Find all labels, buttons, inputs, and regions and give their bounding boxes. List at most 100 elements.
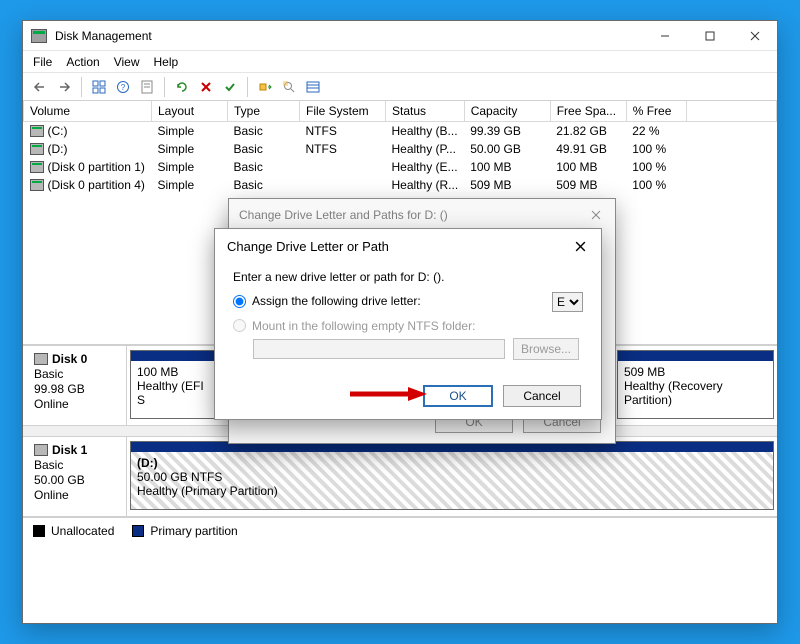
cell-freespace: 21.82 GB	[550, 122, 626, 141]
titlebar: Disk Management	[23, 21, 777, 51]
cell-pctfree: 100 %	[626, 158, 686, 176]
close-icon[interactable]	[587, 206, 605, 224]
header-volume[interactable]: Volume	[24, 101, 152, 122]
volume-name: (Disk 0 partition 1)	[48, 160, 145, 174]
help-icon[interactable]: ?	[112, 76, 134, 98]
partition-size: 50.00 GB NTFS	[137, 470, 767, 484]
find-icon[interactable]	[278, 76, 300, 98]
table-row[interactable]: (Disk 0 partition 1)SimpleBasicHealthy (…	[24, 158, 777, 176]
assign-letter-label: Assign the following drive letter:	[252, 291, 421, 311]
minimize-button[interactable]	[642, 21, 687, 50]
partition[interactable]: 100 MBHealthy (EFI S	[130, 350, 216, 419]
refresh-icon[interactable]	[171, 76, 193, 98]
window-title: Disk Management	[55, 29, 642, 43]
mount-folder-option: Mount in the following empty NTFS folder…	[233, 316, 583, 336]
browse-button: Browse...	[513, 338, 579, 360]
cancel-button[interactable]: Cancel	[503, 385, 581, 407]
cell-type: Basic	[228, 176, 300, 194]
volume-icon	[30, 161, 44, 173]
cell-layout: Simple	[152, 158, 228, 176]
disk-management-icon	[31, 29, 47, 43]
volume-name: (Disk 0 partition 4)	[48, 178, 145, 192]
grid-view-icon[interactable]	[88, 76, 110, 98]
header-pctfree[interactable]: % Free	[626, 101, 686, 122]
disk-icon	[34, 353, 48, 365]
cell-type: Basic	[228, 140, 300, 158]
cell-filesystem	[300, 158, 386, 176]
table-row[interactable]: (D:)SimpleBasicNTFSHealthy (P...50.00 GB…	[24, 140, 777, 158]
cell-capacity: 100 MB	[464, 158, 550, 176]
cell-layout: Simple	[152, 122, 228, 141]
partition-size: 509 MB	[624, 365, 767, 379]
partition-label: (D:)	[137, 456, 767, 470]
disk-status: Online	[34, 397, 118, 411]
assign-letter-option[interactable]: Assign the following drive letter:	[233, 291, 421, 311]
column-headers: Volume Layout Type File System Status Ca…	[24, 101, 777, 122]
dialog-title-text: Change Drive Letter or Path	[227, 239, 389, 254]
dialog-titlebar: Change Drive Letter or Path	[215, 229, 601, 261]
partition[interactable]: (D:)50.00 GB NTFSHealthy (Primary Partit…	[130, 441, 774, 510]
close-icon[interactable]	[571, 237, 589, 255]
header-type[interactable]: Type	[228, 101, 300, 122]
cell-status: Healthy (B...	[386, 122, 465, 141]
cell-layout: Simple	[152, 176, 228, 194]
list-icon[interactable]	[302, 76, 324, 98]
delete-icon[interactable]	[195, 76, 217, 98]
partition-status: Healthy (Primary Partition)	[137, 484, 767, 498]
check-icon[interactable]	[219, 76, 241, 98]
extend-icon[interactable]	[254, 76, 276, 98]
legend-primary: Primary partition	[132, 524, 237, 538]
header-status[interactable]: Status	[386, 101, 465, 122]
cell-freespace: 509 MB	[550, 176, 626, 194]
mount-folder-radio	[233, 319, 246, 332]
close-button[interactable]	[732, 21, 777, 50]
volume-icon	[30, 179, 44, 191]
disk-info[interactable]: Disk 0 Basic 99.98 GB Online	[23, 346, 127, 425]
properties-icon[interactable]	[136, 76, 158, 98]
header-spacer	[686, 101, 776, 122]
volume-table: Volume Layout Type File System Status Ca…	[23, 101, 777, 194]
menu-help[interactable]: Help	[154, 55, 179, 69]
cell-status: Healthy (P...	[386, 140, 465, 158]
ok-button[interactable]: OK	[423, 385, 493, 407]
dialog-titlebar: Change Drive Letter and Paths for D: ()	[229, 199, 615, 231]
maximize-button[interactable]	[687, 21, 732, 50]
legend-unallocated: Unallocated	[33, 524, 114, 538]
mount-path-input	[253, 339, 505, 359]
toolbar: ?	[23, 73, 777, 101]
disk-name: Disk 0	[52, 352, 87, 366]
volume-icon	[30, 125, 44, 137]
menu-action[interactable]: Action	[66, 55, 99, 69]
menubar: File Action View Help	[23, 51, 777, 73]
disk-icon	[34, 444, 48, 456]
header-filesystem[interactable]: File System	[300, 101, 386, 122]
header-layout[interactable]: Layout	[152, 101, 228, 122]
mount-folder-label: Mount in the following empty NTFS folder…	[252, 316, 475, 336]
assign-letter-radio[interactable]	[233, 295, 246, 308]
menu-file[interactable]: File	[33, 55, 52, 69]
cell-capacity: 509 MB	[464, 176, 550, 194]
cell-filesystem: NTFS	[300, 140, 386, 158]
back-icon[interactable]	[29, 76, 51, 98]
partition-status: Healthy (EFI S	[137, 379, 209, 407]
cell-pctfree: 100 %	[626, 140, 686, 158]
header-capacity[interactable]: Capacity	[464, 101, 550, 122]
drive-letter-select[interactable]: E	[552, 292, 583, 312]
dialog-body: Enter a new drive letter or path for D: …	[215, 261, 601, 360]
header-freespace[interactable]: Free Spa...	[550, 101, 626, 122]
forward-icon[interactable]	[53, 76, 75, 98]
cell-pctfree: 22 %	[626, 122, 686, 141]
cell-capacity: 50.00 GB	[464, 140, 550, 158]
disk-type: Basic	[34, 458, 118, 472]
cell-freespace: 49.91 GB	[550, 140, 626, 158]
menu-view[interactable]: View	[114, 55, 140, 69]
partition-stripe	[131, 351, 215, 361]
table-row[interactable]: (Disk 0 partition 4)SimpleBasicHealthy (…	[24, 176, 777, 194]
window-controls	[642, 21, 777, 50]
table-row[interactable]: (C:)SimpleBasicNTFSHealthy (B...99.39 GB…	[24, 122, 777, 141]
disk-info[interactable]: Disk 1 Basic 50.00 GB Online	[23, 437, 127, 516]
cell-status: Healthy (E...	[386, 158, 465, 176]
partition[interactable]: 509 MBHealthy (Recovery Partition)	[617, 350, 774, 419]
partition-stripe	[618, 351, 773, 361]
cell-pctfree: 100 %	[626, 176, 686, 194]
